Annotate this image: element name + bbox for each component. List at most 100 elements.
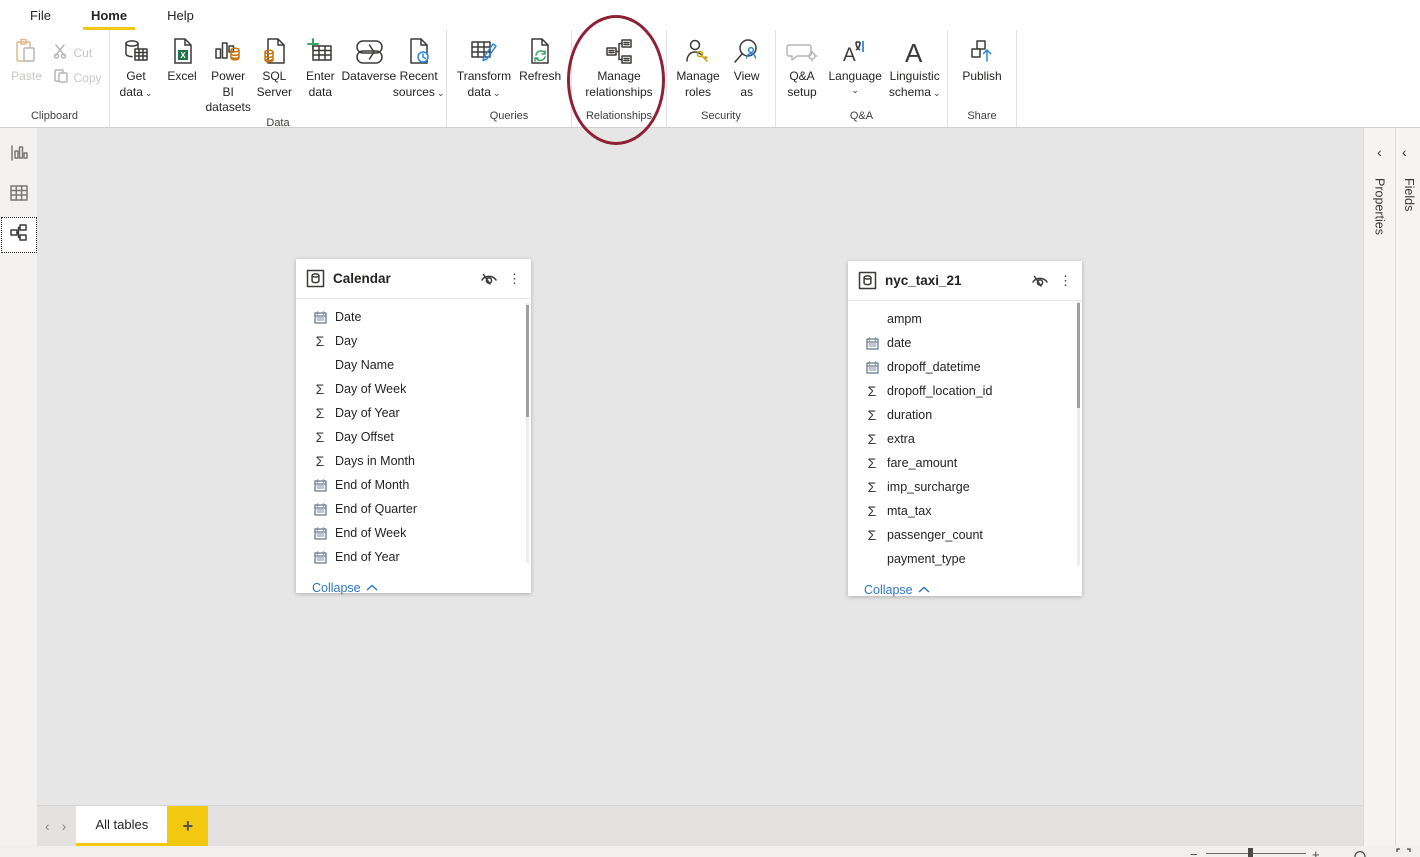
sigma-icon: Σ: [862, 383, 882, 399]
model-view-icon: [9, 223, 29, 248]
card-scrollbar-thumb[interactable]: [1077, 303, 1080, 408]
calendar-icon: [862, 337, 882, 350]
table-name: Calendar: [333, 271, 480, 286]
field-row[interactable]: ΣDays in Month: [296, 449, 531, 473]
field-name: End of Quarter: [335, 502, 417, 516]
linguistic-schema-button[interactable]: A Linguistic schema⌄: [885, 30, 944, 100]
copy-button[interactable]: Copy: [49, 65, 105, 90]
sigma-icon: Σ: [310, 405, 330, 421]
language-icon: A: [839, 35, 871, 69]
expand-panel-icon[interactable]: ‹: [1377, 144, 1382, 160]
manage-relationships-button[interactable]: Manage relationships: [581, 30, 656, 100]
excel-icon: X: [168, 35, 196, 69]
field-row[interactable]: Σfare_amount: [848, 451, 1082, 475]
table-card-header[interactable]: nyc_taxi_21 ⋮: [848, 261, 1082, 301]
field-row[interactable]: Σimp_surcharge: [848, 475, 1082, 499]
tab-all-tables[interactable]: All tables: [76, 806, 167, 846]
tab-all-tables-label: All tables: [95, 817, 148, 832]
manage-roles-button[interactable]: Manage roles: [672, 30, 723, 100]
collapse-link[interactable]: Collapse: [848, 571, 1082, 607]
status-bar: − +: [0, 846, 1420, 857]
get-data-button[interactable]: Get data⌄: [113, 30, 159, 100]
refresh-button[interactable]: Refresh: [515, 30, 565, 85]
reset-zoom-icon[interactable]: [1352, 848, 1367, 857]
field-row[interactable]: Date: [296, 305, 531, 329]
field-row[interactable]: payment_type: [848, 547, 1082, 571]
publish-icon: [967, 35, 997, 69]
tab-scroll-left-icon[interactable]: ‹: [45, 818, 50, 834]
field-row[interactable]: Σduration: [848, 403, 1082, 427]
fit-to-screen-icon[interactable]: [1396, 848, 1411, 857]
card-scrollbar-thumb[interactable]: [526, 305, 529, 417]
calendar-icon: [310, 479, 330, 492]
properties-panel-title: Properties: [1373, 178, 1387, 235]
more-options-icon[interactable]: ⋮: [508, 271, 521, 287]
tab-scroll-right-icon[interactable]: ›: [62, 818, 67, 834]
field-row[interactable]: Σpassenger_count: [848, 523, 1082, 547]
visibility-eye-icon[interactable]: [1031, 274, 1049, 288]
data-view-button[interactable]: [2, 178, 36, 212]
model-view-button[interactable]: [2, 218, 36, 252]
zoom-in-button[interactable]: +: [1312, 847, 1320, 857]
model-canvas[interactable]: Calendar ⋮ Date ΣDay Day Name Σ Day of We…: [37, 128, 1363, 846]
ribbon-group-queries: Transform data⌄ Refresh Queries: [447, 30, 572, 127]
add-layout-button[interactable]: +: [167, 806, 208, 846]
language-button[interactable]: A Language⌄: [825, 30, 885, 96]
report-view-button[interactable]: [2, 138, 36, 172]
view-as-icon: [732, 35, 762, 69]
field-row[interactable]: End of Month: [296, 473, 531, 497]
sigma-icon: Σ: [310, 333, 330, 349]
collapse-link[interactable]: Collapse: [296, 569, 531, 605]
menu-file[interactable]: File: [20, 0, 61, 30]
menu-home[interactable]: Home: [81, 0, 137, 30]
svg-text:A: A: [905, 38, 923, 67]
zoom-out-button[interactable]: −: [1190, 847, 1198, 857]
visibility-eye-icon[interactable]: [480, 272, 498, 286]
field-row[interactable]: ΣDay: [296, 329, 531, 353]
expand-panel-icon[interactable]: ‹: [1402, 144, 1407, 160]
fields-panel-collapsed[interactable]: ‹ Fields: [1395, 128, 1420, 846]
sigma-icon: Σ: [862, 479, 882, 495]
report-view-icon: [9, 143, 29, 168]
table-card-nyc-taxi-21[interactable]: nyc_taxi_21 ⋮ ampm date dropoff_datetime…: [848, 261, 1082, 596]
field-row[interactable]: Σmta_tax: [848, 499, 1082, 523]
publish-button[interactable]: Publish: [958, 30, 1005, 85]
field-row[interactable]: Day Name: [296, 353, 531, 377]
table-card-header[interactable]: Calendar ⋮: [296, 259, 531, 299]
field-row[interactable]: Σextra: [848, 427, 1082, 451]
zoom-slider-track[interactable]: [1206, 853, 1306, 854]
properties-panel-collapsed[interactable]: ‹ Properties: [1363, 128, 1395, 846]
cut-button[interactable]: Cut: [49, 40, 105, 65]
enter-data-button[interactable]: Enter data: [297, 30, 343, 100]
field-row[interactable]: Σ Day of Week: [296, 377, 531, 401]
view-as-label: View as: [734, 69, 760, 99]
field-row[interactable]: End of Year: [296, 545, 531, 569]
menu-help[interactable]: Help: [157, 0, 204, 30]
sigma-icon: Σ: [310, 381, 330, 397]
paste-button[interactable]: Paste: [3, 30, 49, 85]
recent-sources-button[interactable]: Recent sources⌄: [394, 30, 443, 100]
field-row[interactable]: ΣDay of Year: [296, 401, 531, 425]
field-row[interactable]: ΣDay Offset: [296, 425, 531, 449]
dataverse-button[interactable]: Dataverse: [343, 30, 394, 85]
group-label-qa: Q&A: [779, 109, 944, 127]
excel-button[interactable]: X Excel: [159, 30, 205, 85]
sql-server-button[interactable]: SQL Server: [251, 30, 297, 100]
view-as-button[interactable]: View as: [724, 30, 770, 100]
menu-help-label: Help: [167, 8, 194, 23]
powerbi-datasets-button[interactable]: Power BI datasets: [205, 30, 251, 116]
field-row[interactable]: dropoff_datetime: [848, 355, 1082, 379]
field-row[interactable]: ampm: [848, 307, 1082, 331]
field-row[interactable]: date: [848, 331, 1082, 355]
field-name: extra: [887, 432, 915, 446]
field-name: Day of Week: [335, 382, 406, 396]
data-view-icon: [9, 183, 29, 208]
table-card-calendar[interactable]: Calendar ⋮ Date ΣDay Day Name Σ Day of We…: [296, 259, 531, 593]
transform-data-button[interactable]: Transform data⌄: [453, 30, 515, 100]
field-row[interactable]: End of Quarter: [296, 497, 531, 521]
field-row[interactable]: Σdropoff_location_id: [848, 379, 1082, 403]
qa-setup-button[interactable]: Q&A setup: [779, 30, 825, 100]
field-row[interactable]: End of Week: [296, 521, 531, 545]
more-options-icon[interactable]: ⋮: [1059, 273, 1072, 289]
zoom-slider-handle[interactable]: [1248, 848, 1253, 857]
